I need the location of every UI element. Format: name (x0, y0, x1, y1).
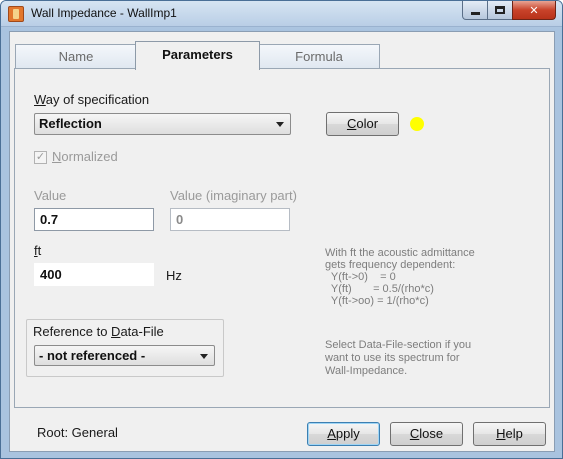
reference-label: Reference to Data-File (33, 324, 164, 339)
maximize-icon (495, 6, 505, 14)
value-imaginary-input[interactable]: 0 (170, 208, 290, 231)
title-bar[interactable]: Wall Impedance - WallImp1 ✕ (1, 1, 562, 27)
ft-label: ft (34, 243, 42, 258)
minimize-icon (470, 11, 480, 15)
reference-explanation-note: Select Data-File-section if you want to … (325, 339, 472, 377)
tab-parameters[interactable]: Parameters (135, 41, 260, 70)
way-of-specification-label: Way of specification (34, 92, 150, 107)
ft-input[interactable]: 400 (34, 263, 154, 286)
reference-groupbox: Reference to Data-File - not referenced … (26, 319, 224, 377)
app-icon (8, 6, 24, 22)
parameters-panel: Way of specification Reflection Color ✓ … (14, 68, 550, 408)
caption-buttons: ✕ (462, 1, 556, 21)
value-imaginary-label: Value (imaginary part) (170, 188, 297, 203)
ft-explanation-note: With ft the acoustic admittance gets fre… (325, 247, 475, 307)
dialog-window: Wall Impedance - WallImp1 ✕ Name Paramet… (0, 0, 563, 459)
minimize-button[interactable] (462, 1, 488, 20)
color-swatch (410, 117, 424, 131)
ft-unit-label: Hz (166, 268, 182, 283)
root-label: Root: General (37, 425, 118, 440)
reference-data-file-value: - not referenced - (39, 348, 146, 363)
color-button[interactable]: Color (326, 112, 399, 136)
apply-button[interactable]: Apply (307, 422, 380, 446)
chevron-down-icon (276, 122, 284, 127)
value-label: Value (34, 188, 67, 203)
tab-formula[interactable]: Formula (258, 44, 380, 69)
way-of-specification-select[interactable]: Reflection (34, 113, 291, 135)
reference-data-file-select[interactable]: - not referenced - (34, 345, 215, 366)
close-window-button[interactable]: ✕ (512, 1, 556, 20)
normalized-label: Normalized (52, 149, 118, 164)
window-title: Wall Impedance - WallImp1 (31, 6, 177, 20)
tab-name[interactable]: Name (15, 44, 137, 69)
way-of-specification-value: Reflection (39, 116, 102, 131)
normalized-checkbox[interactable]: ✓ (34, 151, 47, 164)
help-button[interactable]: Help (473, 422, 546, 446)
chevron-down-icon (200, 354, 208, 359)
dialog-client-area: Name Parameters Formula Way of specifica… (9, 31, 555, 452)
close-icon: ✕ (529, 4, 539, 17)
maximize-button[interactable] (487, 1, 513, 20)
close-button[interactable]: Close (390, 422, 463, 446)
value-input[interactable]: 0.7 (34, 208, 154, 231)
